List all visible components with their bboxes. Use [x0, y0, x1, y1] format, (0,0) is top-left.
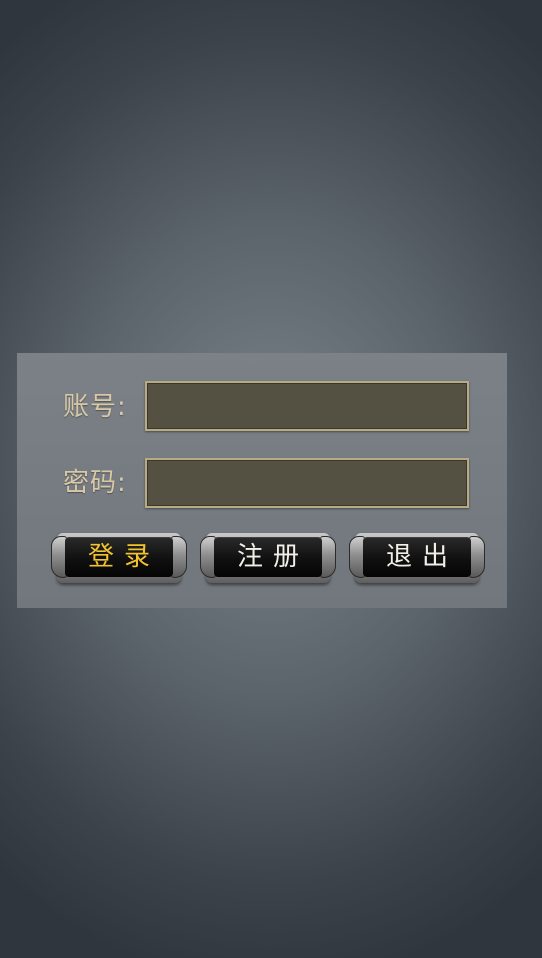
password-input[interactable]: [145, 458, 469, 508]
login-button-face: 登录: [65, 537, 173, 577]
login-button-label: 登录: [87, 542, 160, 572]
register-button-label: 注册: [236, 542, 309, 572]
account-input[interactable]: [145, 381, 469, 431]
register-button-right-ornament: [320, 536, 336, 578]
register-button-face: 注册: [214, 537, 322, 577]
login-button-right-ornament: [171, 536, 187, 578]
exit-button-face: 退出: [363, 537, 471, 577]
exit-button[interactable]: 退出: [349, 532, 485, 584]
password-label: 密码:: [63, 468, 127, 498]
login-panel: 账号: 密码: 登录 注册 退出: [17, 353, 507, 608]
register-button[interactable]: 注册: [200, 532, 336, 584]
login-button[interactable]: 登录: [51, 532, 187, 584]
exit-button-label: 退出: [385, 542, 458, 572]
account-label: 账号:: [63, 392, 127, 422]
exit-button-right-ornament: [469, 536, 485, 578]
